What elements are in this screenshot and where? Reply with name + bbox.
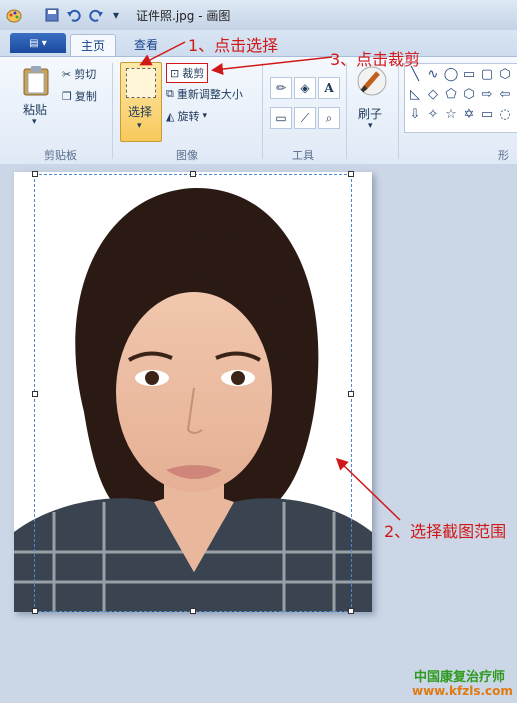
resize-label: 重新调整大小 [176, 88, 243, 101]
annotation-step1: 1、点击选择 [188, 36, 279, 55]
resize-icon: ⧉ [166, 87, 174, 100]
tab-view[interactable]: 查看 [124, 34, 168, 56]
copy-button[interactable]: ❐ 复制 [62, 87, 97, 105]
resize-button[interactable]: ⧉ 重新调整大小 [166, 85, 243, 103]
clipboard-icon [23, 66, 49, 96]
paint-app-icon[interactable] [6, 7, 22, 23]
text-icon[interactable]: A [318, 77, 340, 99]
callout-shape-icon[interactable]: ▭ [479, 106, 495, 122]
polygon-shape-icon[interactable]: ⬡ [497, 66, 513, 82]
selection-handle[interactable] [32, 391, 38, 397]
shapes-gallery[interactable]: ╲ ∿ ◯ ▭ ▢ ⬡ ◺ ◇ ⬠ ⬡ ⇨ ⇦ ⇩ ✧ ☆ ✡ ▭ ◌ [404, 63, 517, 133]
group-divider [346, 63, 347, 159]
selection-icon [126, 68, 156, 98]
paste-dropdown-icon[interactable]: ▾ [32, 117, 37, 127]
crop-icon: ⊡ [170, 66, 180, 80]
down-arrow-shape-icon[interactable]: ⇩ [407, 106, 423, 122]
curve-shape-icon[interactable]: ∿ [425, 66, 441, 82]
triangle-shape-icon[interactable]: ◺ [407, 86, 423, 102]
selection-handle[interactable] [32, 171, 38, 177]
selection-rectangle[interactable] [34, 174, 352, 612]
tab-home[interactable]: 主页 [70, 34, 117, 57]
select-button[interactable]: 选择 ▾ [120, 62, 162, 142]
selection-handle[interactable] [348, 171, 354, 177]
selection-handle[interactable] [32, 608, 38, 614]
selection-handle[interactable] [348, 391, 354, 397]
window-title: 证件照.jpg - 画图 [136, 9, 231, 23]
paste-label: 粘贴 [23, 103, 48, 117]
rotate-label: 旋转 [177, 110, 200, 123]
watermark-cn: 中国康复治疗师 [414, 670, 506, 685]
copy-icon: ❐ [62, 89, 72, 103]
rounded-rectangle-shape-icon[interactable]: ▢ [479, 66, 495, 82]
image-group-label: 图像 [176, 149, 198, 162]
eraser-icon[interactable]: ▭ [270, 107, 292, 129]
speech-bubble-shape-icon[interactable]: ◌ [497, 106, 513, 122]
group-divider [262, 63, 263, 159]
annotation-step2: 2、选择截图范围 [384, 522, 507, 541]
rotate-icon: ◭ [166, 109, 175, 123]
oval-shape-icon[interactable]: ◯ [443, 66, 459, 82]
rotate-button[interactable]: ◭ 旋转 ▾ [166, 107, 207, 125]
annotation-step3: 3、点击裁剪 [330, 50, 421, 69]
hexagon-shape-icon[interactable]: ⬡ [461, 86, 477, 102]
selection-handle[interactable] [190, 171, 196, 177]
fill-icon[interactable]: ◈ [294, 77, 316, 99]
pentagon-shape-icon[interactable]: ⬠ [443, 86, 459, 102]
selection-handle[interactable] [190, 608, 196, 614]
five-point-star-shape-icon[interactable]: ☆ [443, 106, 459, 122]
paste-button[interactable]: 粘贴 ▾ [18, 65, 54, 135]
crop-label: 裁剪 [182, 67, 205, 80]
undo-icon[interactable] [66, 7, 82, 23]
selection-handle[interactable] [348, 608, 354, 614]
select-label: 选择 [128, 105, 153, 119]
rotate-dropdown-icon: ▾ [202, 111, 207, 121]
paint-menu-button[interactable]: ▤ ▾ [10, 33, 66, 53]
tools-group-label: 工具 [292, 149, 314, 162]
color-picker-icon[interactable]: ⟋ [294, 107, 316, 129]
four-point-star-shape-icon[interactable]: ✧ [425, 106, 441, 122]
ribbon: 粘贴 ▾ ✂ 剪切 ❐ 复制 剪贴板 选择 ▾ ⊡ 裁剪 ⧉ 重新调整大小 ◭ … [0, 56, 517, 178]
left-arrow-shape-icon[interactable]: ⇦ [497, 86, 513, 102]
cut-button[interactable]: ✂ 剪切 [62, 65, 96, 83]
scissors-icon: ✂ [62, 67, 72, 81]
cut-label: 剪切 [74, 68, 97, 81]
six-point-star-shape-icon[interactable]: ✡ [461, 106, 477, 122]
save-icon[interactable] [44, 7, 60, 23]
right-arrow-shape-icon[interactable]: ⇨ [479, 86, 495, 102]
pencil-icon[interactable]: ✏ [270, 77, 292, 99]
diamond-shape-icon[interactable]: ◇ [425, 86, 441, 102]
title-bar: ▾ 证件照.jpg - 画图 [0, 0, 517, 31]
magnifier-icon[interactable]: ⌕ [318, 107, 340, 129]
rectangle-shape-icon[interactable]: ▭ [461, 66, 477, 82]
watermark-url: www.kfzls.com [412, 684, 513, 698]
brushes-label: 刷子 [358, 107, 383, 121]
crop-button[interactable]: ⊡ 裁剪 [166, 63, 209, 83]
brushes-dropdown-icon[interactable]: ▾ [368, 121, 373, 131]
clipboard-group-label: 剪贴板 [44, 149, 77, 162]
menu-icon: ▤ ▾ [29, 37, 47, 49]
group-divider [398, 63, 399, 159]
customize-icon[interactable]: ▾ [108, 7, 124, 23]
group-divider [112, 63, 113, 159]
redo-icon[interactable] [88, 7, 104, 23]
copy-label: 复制 [74, 90, 97, 103]
select-dropdown-icon[interactable]: ▾ [137, 121, 142, 131]
brushes-button[interactable]: 刷子 ▾ [352, 65, 392, 137]
